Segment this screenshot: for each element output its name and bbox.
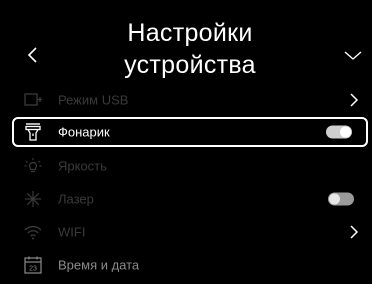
page-title: Настройки устройства (90, 17, 290, 81)
settings-item-label: Яркость (58, 158, 107, 173)
settings-item-usb-mode[interactable]: Режим USB (12, 83, 368, 116)
settings-item-label: Фонарик (58, 124, 110, 140)
laser-icon (25, 190, 41, 207)
title-line-2: устройства (124, 51, 256, 79)
laser-toggle[interactable] (328, 192, 354, 205)
toggle-knob (340, 126, 351, 138)
brightness-icon (24, 157, 42, 172)
settings-item-label: Время и дата (58, 257, 140, 272)
chevron-down-icon[interactable] (340, 44, 366, 66)
settings-item-label: Лазер (58, 191, 94, 206)
settings-item-label: WIFI (58, 224, 86, 239)
title-line-1: Настройки (127, 19, 253, 47)
flashlight-icon (25, 123, 41, 141)
chevron-right-icon (350, 224, 359, 239)
calendar-icon-day: 23 (29, 265, 37, 272)
settings-item-wifi[interactable]: WIFI (12, 215, 368, 248)
toggle-knob (329, 193, 340, 204)
settings-item-time-date[interactable]: 23 Время и дата (12, 248, 368, 281)
calendar-icon: 23 (24, 256, 42, 274)
wifi-icon (24, 225, 42, 239)
device-settings-screen: Настройки устройства Режим USB Фонарик Я… (0, 0, 372, 284)
settings-item-laser[interactable]: Лазер (12, 182, 368, 215)
settings-item-flashlight[interactable]: Фонарик (12, 117, 368, 147)
settings-item-brightness[interactable]: Яркость (12, 149, 368, 182)
flashlight-toggle[interactable] (326, 125, 352, 139)
chevron-right-icon (350, 92, 359, 107)
usb-mode-icon (24, 92, 42, 106)
settings-list: Режим USB Фонарик Яркость Лазер WIFI 23 … (12, 83, 368, 281)
settings-item-label: Режим USB (58, 92, 129, 107)
chevron-left-icon[interactable] (22, 44, 44, 66)
header: Настройки устройства (0, 0, 372, 82)
